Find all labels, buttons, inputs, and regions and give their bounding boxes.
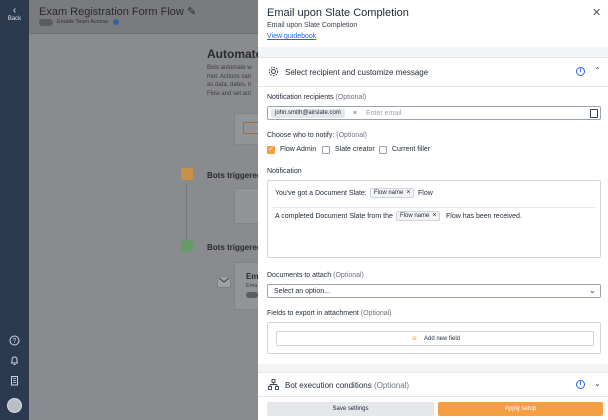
team-access-toggle[interactable] — [39, 19, 53, 26]
chevron-down-icon[interactable]: ⌄ — [594, 379, 601, 388]
panel-footer: Save settings Apply setup — [258, 396, 608, 420]
add-field-icon: ≡ — [412, 334, 417, 343]
save-settings-button[interactable]: Save settings — [267, 402, 434, 416]
body-text: A completed Document Slate from the — [275, 213, 393, 220]
trigger-icon — [181, 168, 193, 180]
help-icon[interactable]: ? — [8, 335, 21, 348]
section-label: Bots triggered — [207, 171, 262, 180]
flow-name-tag[interactable]: Flow name × — [396, 211, 441, 221]
checkbox-label: Slate creator — [335, 146, 375, 153]
section-title: Select recipient and customize message — [285, 68, 429, 77]
email-placeholder[interactable]: Enter email — [366, 109, 401, 118]
chevron-up-icon[interactable]: ⌃ — [594, 66, 601, 75]
guidebook-link[interactable]: View guidebook — [267, 33, 316, 40]
recipients-input[interactable]: john.smith@airslate.com × Enter email — [267, 106, 601, 120]
page-heading: Automate — [207, 47, 263, 61]
avatar[interactable] — [7, 398, 22, 413]
checkbox-label: Current filler — [392, 146, 431, 153]
gear-icon — [268, 66, 279, 77]
divider — [273, 207, 595, 208]
fields-container: ≡ Add new field — [267, 322, 601, 354]
back-button[interactable]: ‹ Back — [0, 5, 29, 23]
info-icon[interactable]: i — [576, 67, 585, 76]
connector-line — [186, 183, 187, 239]
section-title: Bot execution conditions (Optional) — [285, 381, 410, 390]
info-icon — [113, 19, 119, 25]
background-card — [234, 188, 258, 224]
close-icon[interactable]: × — [406, 189, 410, 196]
card-title: Em — [246, 272, 259, 281]
address-book-icon[interactable] — [590, 109, 598, 118]
subject-suffix: Flow — [418, 190, 433, 197]
section-header-recipient[interactable]: Select recipient and customize message i… — [258, 60, 608, 84]
close-icon[interactable]: ✕ — [592, 6, 601, 19]
document-icon — [181, 240, 193, 252]
card-toggle — [246, 292, 258, 298]
slate-creator-checkbox[interactable] — [322, 146, 330, 154]
select-value: Select an option... — [274, 288, 331, 295]
background-button — [243, 122, 258, 134]
close-icon[interactable]: × — [432, 212, 436, 219]
panel-subtitle: Email upon Slate Completion — [267, 22, 358, 29]
notification-label: Notification — [267, 168, 302, 175]
bot-settings-panel: Email upon Slate Completion Email upon S… — [258, 0, 608, 420]
band — [258, 364, 608, 372]
mail-icon — [217, 276, 231, 288]
toggle-label: Enable Team Access — [57, 19, 108, 25]
back-label: Back — [7, 16, 22, 22]
card-subtitle: Ema — [246, 283, 258, 289]
band — [258, 47, 608, 57]
tree-icon — [268, 379, 279, 390]
add-new-field-button[interactable]: ≡ Add new field — [276, 331, 594, 346]
fields-label: Fields to export in attachment (Optional… — [267, 310, 392, 317]
svg-text:?: ? — [13, 338, 17, 345]
notify-label: Choose who to notify: (Optional) — [267, 132, 368, 139]
divider — [258, 86, 608, 87]
flow-name-tag[interactable]: Flow name × — [370, 188, 415, 198]
close-icon[interactable]: × — [353, 109, 357, 118]
background-page: Exam Registration Form Flow ✎ Enable Tea… — [29, 0, 262, 420]
building-icon[interactable] — [8, 375, 21, 388]
left-rail: ‹ Back ? — [0, 0, 29, 420]
checkbox-label: Flow Admin — [280, 146, 317, 153]
documents-label: Documents to attach (Optional) — [267, 272, 364, 279]
subject-text: You've got a Document Slate: — [275, 190, 367, 197]
bell-icon[interactable] — [8, 355, 21, 368]
apply-setup-button[interactable]: Apply setup — [438, 402, 603, 416]
recipients-label: Notification recipients (Optional) — [267, 94, 367, 101]
edit-pencil-icon: ✎ — [186, 6, 197, 18]
notification-editor[interactable]: You've got a Document Slate: Flow name × … — [267, 180, 601, 258]
section-header-conditions[interactable]: Bot execution conditions (Optional) i ⌄ — [258, 373, 608, 397]
page-description: Bots automate w met. Actions can as data… — [207, 65, 252, 97]
back-chevron-icon: ‹ — [12, 5, 17, 16]
documents-select[interactable]: Select an option... ⌄ — [267, 284, 601, 298]
recipient-chip: john.smith@airslate.com — [271, 109, 345, 118]
current-filler-checkbox[interactable] — [379, 146, 387, 154]
section-label: Bots triggered — [207, 243, 262, 252]
divider — [258, 57, 608, 58]
info-icon[interactable]: i — [576, 380, 585, 389]
form-title: Exam Registration Form Flow ✎ — [39, 6, 197, 18]
chevron-down-icon: ⌄ — [589, 286, 596, 295]
flow-admin-checkbox[interactable]: ✓ — [267, 146, 275, 154]
body-suffix: Flow has been received. — [446, 213, 522, 220]
panel-title: Email upon Slate Completion — [267, 7, 409, 19]
